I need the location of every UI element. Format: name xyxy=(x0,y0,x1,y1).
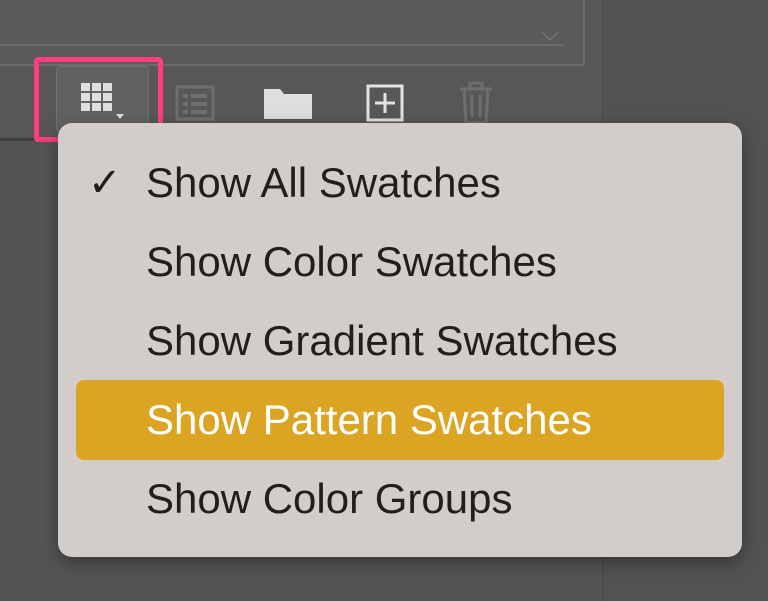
menu-item-show-color-swatches[interactable]: Show Color Swatches xyxy=(76,222,724,302)
swatch-list-divider xyxy=(0,44,564,46)
trash-icon xyxy=(460,81,492,125)
folder-icon xyxy=(264,89,312,119)
chevron-down-icon[interactable] xyxy=(540,30,560,42)
new-swatch-icon xyxy=(366,84,404,122)
menu-item-show-all-swatches[interactable]: ✓ Show All Swatches xyxy=(76,143,724,223)
checkmark-icon: ✓ xyxy=(88,160,122,206)
menu-item-label: Show Gradient Swatches xyxy=(146,317,618,364)
menu-item-label: Show Color Swatches xyxy=(146,238,557,285)
menu-item-show-color-groups[interactable]: Show Color Groups xyxy=(76,459,724,539)
menu-item-label: Show Pattern Swatches xyxy=(146,396,592,443)
menu-item-show-gradient-swatches[interactable]: Show Gradient Swatches xyxy=(76,301,724,381)
swatch-kind-popup-menu: ✓ Show All Swatches Show Color Swatches … xyxy=(58,123,742,557)
menu-item-label: Show All Swatches xyxy=(146,159,501,206)
menu-item-label: Show Color Groups xyxy=(146,475,513,522)
menu-item-show-pattern-swatches[interactable]: Show Pattern Swatches xyxy=(76,380,724,460)
swatch-library-icon xyxy=(175,85,215,121)
